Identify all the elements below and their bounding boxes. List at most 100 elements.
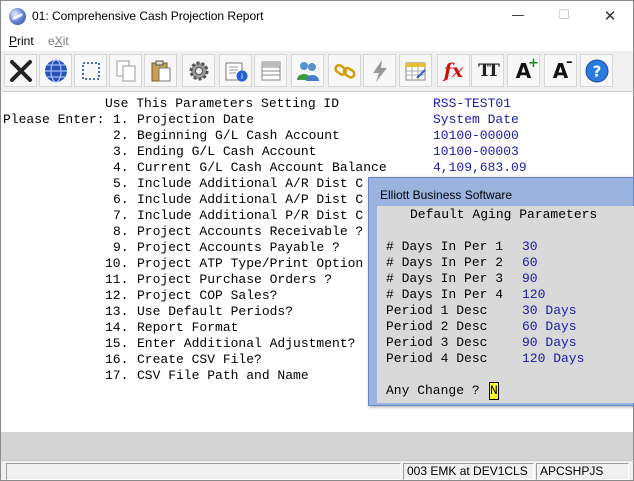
status-cell-user: 003 EMK at DEV1CLS xyxy=(403,463,534,480)
plus-glyph: + xyxy=(528,56,539,71)
dialog-param-label: # Days In Per 4 xyxy=(386,287,504,302)
form-item-value[interactable]: 4,109,683.09 xyxy=(433,160,527,176)
dialog-param-value[interactable]: 120 xyxy=(522,287,545,303)
font-decrease-button[interactable]: A – xyxy=(544,54,577,87)
properties-icon: i xyxy=(225,62,247,81)
paste-icon xyxy=(151,60,170,81)
lightning-icon xyxy=(372,59,387,82)
form-item-number: 17. xyxy=(105,368,129,383)
form-item-label: Include Additional A/R Dist C xyxy=(137,176,364,191)
form-item-number: 2. xyxy=(113,128,129,143)
minus-glyph: – xyxy=(566,55,573,70)
form-item-label: Report Format xyxy=(137,320,239,335)
font-increase-button[interactable]: A + xyxy=(507,54,540,87)
maximize-button[interactable]: ☐ xyxy=(541,1,587,31)
form-item-label: Project ATP Type/Print Option xyxy=(137,256,364,271)
dialog-title: Elliott Business Software xyxy=(380,188,513,202)
dialog-heading: Default Aging Parameters xyxy=(410,207,598,222)
spreadsheet-button[interactable] xyxy=(399,54,432,87)
font-button[interactable]: TT xyxy=(471,54,504,87)
settings-button[interactable] xyxy=(182,54,215,87)
copy-icon xyxy=(116,60,135,81)
change-answer-field[interactable]: N xyxy=(489,382,499,400)
form-item-number: 13. xyxy=(105,304,129,319)
form-item-number: 6. xyxy=(113,192,129,207)
window-title: 01: Comprehensive Cash Projection Report xyxy=(32,9,264,23)
aging-parameters-dialog: Elliott Business Software Default Aging … xyxy=(368,177,634,406)
spreadsheet-icon xyxy=(405,62,426,80)
form-item-label: Use Default Periods? xyxy=(137,304,294,319)
form-item-number: 14. xyxy=(105,320,129,335)
users-button[interactable] xyxy=(291,54,324,87)
form-item-number: 15. xyxy=(105,336,129,351)
form-item-label: Enter Additional Adjustment? xyxy=(137,336,356,351)
menu-exit-label-start: e xyxy=(48,34,55,48)
form-item-label: CSV File Path and Name xyxy=(137,368,309,383)
form-item-label: Project COP Sales? xyxy=(137,288,278,303)
close-x-icon xyxy=(9,59,32,82)
form-item-value[interactable]: System Date xyxy=(433,112,519,128)
dialog-param-label: Period 1 Desc xyxy=(386,303,488,318)
function-icon: fx xyxy=(443,59,464,82)
toolbar: i fx TT A + A – ? xyxy=(0,51,634,92)
dialog-param-label: # Days In Per 1 xyxy=(386,239,504,254)
form-item-label: Project Purchase Orders ? xyxy=(137,272,333,287)
dialog-param-value[interactable]: 90 Days xyxy=(522,335,577,351)
selection-button[interactable] xyxy=(74,54,107,87)
properties-button[interactable]: i xyxy=(219,54,252,87)
close-x-button[interactable] xyxy=(4,54,37,87)
dialog-param-value[interactable]: 120 Days xyxy=(522,351,584,367)
setting-id-value[interactable]: RSS-TEST01 xyxy=(433,96,511,112)
form-item-label: Ending G/L Cash Account xyxy=(137,144,317,159)
settings-icon xyxy=(189,61,208,80)
form-item-number: 16. xyxy=(105,352,129,367)
close-button[interactable]: ✕ xyxy=(587,1,633,31)
setting-id-label: Use This Parameters Setting ID xyxy=(105,96,340,111)
globe-icon xyxy=(44,58,67,83)
form-item-number: 11. xyxy=(105,272,129,287)
dialog-param-value[interactable]: 60 xyxy=(522,255,538,271)
form-item-number: 3. xyxy=(113,144,129,159)
dialog-param-value[interactable]: 30 Days xyxy=(522,303,577,319)
dialog-param-value[interactable]: 30 xyxy=(522,239,538,255)
form-item-label: Current G/L Cash Account Balance xyxy=(137,160,387,175)
copy-button[interactable] xyxy=(109,54,142,87)
form-item-number: 9. xyxy=(113,240,129,255)
status-bar: 003 EMK at DEV1CLS APCSHPJS xyxy=(0,460,634,481)
dialog-body: Default Aging Parameters # Days In Per 1… xyxy=(377,206,634,403)
chain-link-button[interactable] xyxy=(328,54,361,87)
function-button[interactable]: fx xyxy=(437,54,470,87)
dialog-param-value[interactable]: 90 xyxy=(522,271,538,287)
change-answer-value[interactable]: N xyxy=(489,382,499,400)
form-item-value[interactable]: 10100-00003 xyxy=(433,144,519,160)
menu-exit-label-end: it xyxy=(62,34,69,48)
app-globe-icon xyxy=(9,8,26,25)
form-item-label: Include Additional A/P Dist C xyxy=(137,192,364,207)
form-item-number: 5. xyxy=(113,176,129,191)
selection-icon xyxy=(81,61,100,80)
menu-bar: Print eXit xyxy=(0,31,634,51)
form-item-label: Create CSV File? xyxy=(137,352,262,367)
dialog-param-label: Period 4 Desc xyxy=(386,351,488,366)
globe-button[interactable] xyxy=(39,54,72,87)
minimize-button[interactable]: — xyxy=(495,1,541,31)
form-item-value[interactable]: 10100-00000 xyxy=(433,128,519,144)
dialog-param-value[interactable]: 60 Days xyxy=(522,319,577,335)
form-item-label: Beginning G/L Cash Account xyxy=(137,128,340,143)
users-icon xyxy=(296,61,319,81)
help-button[interactable]: ? xyxy=(580,54,613,87)
paste-button[interactable] xyxy=(144,54,177,87)
list-button[interactable] xyxy=(254,54,287,87)
chain-link-icon xyxy=(333,63,356,79)
dialog-param-label: Period 2 Desc xyxy=(386,319,488,334)
dialog-param-label: # Days In Per 3 xyxy=(386,271,504,286)
form-item-label: Project Accounts Receivable ? xyxy=(137,224,364,239)
menu-print[interactable]: Print xyxy=(9,34,34,48)
menu-exit[interactable]: eXit xyxy=(48,34,69,48)
gray-band xyxy=(0,432,634,460)
font-icon: TT xyxy=(478,60,500,81)
svg-text:?: ? xyxy=(592,62,601,80)
menu-print-accelerator: P xyxy=(9,34,18,48)
please-enter-label: Please Enter: xyxy=(3,112,105,127)
lightning-button[interactable] xyxy=(363,54,396,87)
